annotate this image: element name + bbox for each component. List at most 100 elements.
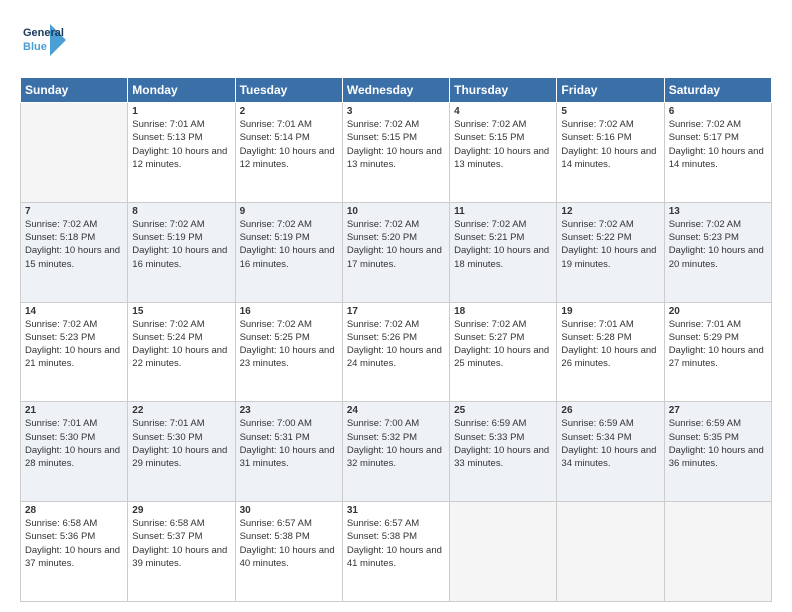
day-number: 3 (347, 106, 445, 117)
day-number: 5 (561, 106, 659, 117)
day-number: 22 (132, 405, 230, 416)
sunset-text: Sunset: 5:18 PM (25, 231, 123, 244)
day-number: 4 (454, 106, 552, 117)
column-header-sunday: Sunday (21, 78, 128, 103)
daylight-text: Daylight: 10 hours and 31 minutes. (240, 444, 338, 471)
day-number: 10 (347, 206, 445, 217)
day-number: 2 (240, 106, 338, 117)
sunset-text: Sunset: 5:29 PM (669, 331, 767, 344)
sunset-text: Sunset: 5:16 PM (561, 131, 659, 144)
calendar-cell: 1Sunrise: 7:01 AMSunset: 5:13 PMDaylight… (128, 103, 235, 203)
calendar-cell: 5Sunrise: 7:02 AMSunset: 5:16 PMDaylight… (557, 103, 664, 203)
sunrise-text: Sunrise: 6:59 AM (669, 417, 767, 430)
day-number: 27 (669, 405, 767, 416)
daylight-text: Daylight: 10 hours and 16 minutes. (240, 244, 338, 271)
daylight-text: Daylight: 10 hours and 12 minutes. (132, 145, 230, 172)
day-info: Sunrise: 7:01 AMSunset: 5:13 PMDaylight:… (132, 118, 230, 171)
sunrise-text: Sunrise: 7:02 AM (25, 218, 123, 231)
day-number: 24 (347, 405, 445, 416)
daylight-text: Daylight: 10 hours and 37 minutes. (25, 544, 123, 571)
calendar-cell: 23Sunrise: 7:00 AMSunset: 5:31 PMDayligh… (235, 402, 342, 502)
sunset-text: Sunset: 5:25 PM (240, 331, 338, 344)
sunrise-text: Sunrise: 7:02 AM (561, 118, 659, 131)
sunrise-text: Sunrise: 7:02 AM (561, 218, 659, 231)
sunrise-text: Sunrise: 6:59 AM (561, 417, 659, 430)
calendar-cell: 11Sunrise: 7:02 AMSunset: 5:21 PMDayligh… (450, 202, 557, 302)
day-number: 23 (240, 405, 338, 416)
day-info: Sunrise: 6:58 AMSunset: 5:37 PMDaylight:… (132, 517, 230, 570)
day-number: 31 (347, 505, 445, 516)
sunset-text: Sunset: 5:27 PM (454, 331, 552, 344)
sunrise-text: Sunrise: 6:58 AM (132, 517, 230, 530)
column-header-wednesday: Wednesday (342, 78, 449, 103)
sunrise-text: Sunrise: 7:01 AM (132, 417, 230, 430)
svg-text:Blue: Blue (23, 41, 47, 53)
day-info: Sunrise: 7:02 AMSunset: 5:21 PMDaylight:… (454, 218, 552, 271)
sunrise-text: Sunrise: 7:01 AM (669, 318, 767, 331)
day-info: Sunrise: 6:59 AMSunset: 5:33 PMDaylight:… (454, 417, 552, 470)
day-number: 18 (454, 306, 552, 317)
sunrise-text: Sunrise: 7:01 AM (240, 118, 338, 131)
sunset-text: Sunset: 5:28 PM (561, 331, 659, 344)
calendar-cell: 15Sunrise: 7:02 AMSunset: 5:24 PMDayligh… (128, 302, 235, 402)
sunset-text: Sunset: 5:21 PM (454, 231, 552, 244)
day-number: 25 (454, 405, 552, 416)
calendar-cell: 22Sunrise: 7:01 AMSunset: 5:30 PMDayligh… (128, 402, 235, 502)
sunset-text: Sunset: 5:24 PM (132, 331, 230, 344)
daylight-text: Daylight: 10 hours and 32 minutes. (347, 444, 445, 471)
daylight-text: Daylight: 10 hours and 26 minutes. (561, 344, 659, 371)
calendar-cell: 31Sunrise: 6:57 AMSunset: 5:38 PMDayligh… (342, 502, 449, 602)
day-number: 7 (25, 206, 123, 217)
sunrise-text: Sunrise: 7:01 AM (561, 318, 659, 331)
day-info: Sunrise: 6:58 AMSunset: 5:36 PMDaylight:… (25, 517, 123, 570)
sunset-text: Sunset: 5:33 PM (454, 431, 552, 444)
daylight-text: Daylight: 10 hours and 22 minutes. (132, 344, 230, 371)
sunset-text: Sunset: 5:22 PM (561, 231, 659, 244)
sunrise-text: Sunrise: 6:58 AM (25, 517, 123, 530)
calendar-week-5: 28Sunrise: 6:58 AMSunset: 5:36 PMDayligh… (21, 502, 772, 602)
daylight-text: Daylight: 10 hours and 39 minutes. (132, 544, 230, 571)
day-number: 29 (132, 505, 230, 516)
sunset-text: Sunset: 5:30 PM (25, 431, 123, 444)
calendar-cell: 29Sunrise: 6:58 AMSunset: 5:37 PMDayligh… (128, 502, 235, 602)
sunset-text: Sunset: 5:30 PM (132, 431, 230, 444)
sunrise-text: Sunrise: 6:59 AM (454, 417, 552, 430)
calendar-cell (557, 502, 664, 602)
day-number: 9 (240, 206, 338, 217)
day-number: 12 (561, 206, 659, 217)
daylight-text: Daylight: 10 hours and 16 minutes. (132, 244, 230, 271)
day-number: 21 (25, 405, 123, 416)
sunset-text: Sunset: 5:17 PM (669, 131, 767, 144)
calendar-cell: 2Sunrise: 7:01 AMSunset: 5:14 PMDaylight… (235, 103, 342, 203)
calendar-cell: 12Sunrise: 7:02 AMSunset: 5:22 PMDayligh… (557, 202, 664, 302)
svg-text:General: General (23, 27, 64, 39)
sunset-text: Sunset: 5:19 PM (240, 231, 338, 244)
sunrise-text: Sunrise: 7:02 AM (454, 118, 552, 131)
sunrise-text: Sunrise: 7:02 AM (347, 118, 445, 131)
daylight-text: Daylight: 10 hours and 36 minutes. (669, 444, 767, 471)
day-number: 1 (132, 106, 230, 117)
calendar-cell: 27Sunrise: 6:59 AMSunset: 5:35 PMDayligh… (664, 402, 771, 502)
sunrise-text: Sunrise: 7:02 AM (132, 218, 230, 231)
day-info: Sunrise: 7:02 AMSunset: 5:27 PMDaylight:… (454, 318, 552, 371)
sunset-text: Sunset: 5:20 PM (347, 231, 445, 244)
sunset-text: Sunset: 5:37 PM (132, 530, 230, 543)
day-number: 6 (669, 106, 767, 117)
day-number: 17 (347, 306, 445, 317)
daylight-text: Daylight: 10 hours and 34 minutes. (561, 444, 659, 471)
day-info: Sunrise: 6:59 AMSunset: 5:34 PMDaylight:… (561, 417, 659, 470)
day-info: Sunrise: 7:01 AMSunset: 5:14 PMDaylight:… (240, 118, 338, 171)
calendar-cell: 18Sunrise: 7:02 AMSunset: 5:27 PMDayligh… (450, 302, 557, 402)
calendar-week-2: 7Sunrise: 7:02 AMSunset: 5:18 PMDaylight… (21, 202, 772, 302)
day-number: 11 (454, 206, 552, 217)
column-header-thursday: Thursday (450, 78, 557, 103)
sunset-text: Sunset: 5:35 PM (669, 431, 767, 444)
sunset-text: Sunset: 5:38 PM (347, 530, 445, 543)
day-number: 26 (561, 405, 659, 416)
sunrise-text: Sunrise: 7:01 AM (25, 417, 123, 430)
daylight-text: Daylight: 10 hours and 33 minutes. (454, 444, 552, 471)
calendar-cell: 10Sunrise: 7:02 AMSunset: 5:20 PMDayligh… (342, 202, 449, 302)
sunset-text: Sunset: 5:32 PM (347, 431, 445, 444)
daylight-text: Daylight: 10 hours and 28 minutes. (25, 444, 123, 471)
day-number: 15 (132, 306, 230, 317)
